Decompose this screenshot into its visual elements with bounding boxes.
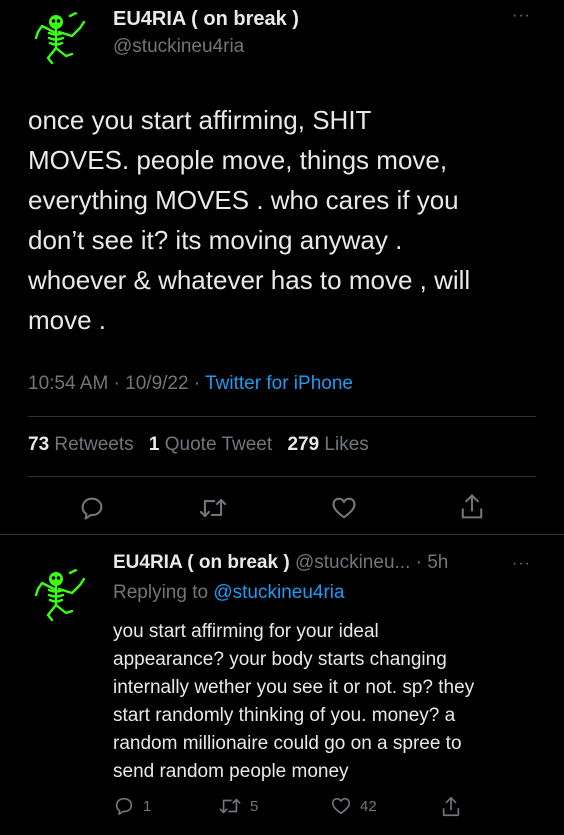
tweet-date[interactable]: 10/9/22 [125,373,188,394]
tweet-text: once you start affirming, SHIT MOVES. pe… [28,105,471,335]
tweet-separator [0,534,564,535]
reply-like-button[interactable]: 42 [330,795,377,817]
share-button[interactable] [458,492,486,522]
quotes-count: 1 [148,434,160,455]
reply-retweet-button[interactable]: 5 [218,795,258,817]
more-options-icon[interactable]: ··· [512,556,531,572]
skeleton-avatar-icon [34,567,86,622]
divider [28,416,536,417]
meta-separator: · [193,373,201,394]
meta-separator: · [113,373,120,394]
retweet-count: 5 [250,797,259,815]
tweet-stats: 73 Retweets 1 Quote Tweet 279 Likes [28,434,369,456]
quotes-stat[interactable]: 1 Quote Tweet [149,434,272,455]
more-options-icon[interactable]: ··· [512,8,531,24]
reply-icon [115,797,133,816]
reply-count: 1 [143,797,152,815]
like-button[interactable] [330,494,358,522]
likes-stat[interactable]: 279 Likes [287,434,368,455]
tweet-time[interactable]: 10:54 AM [28,373,108,394]
retweet-icon [199,498,227,518]
avatar[interactable] [32,565,90,623]
retweets-count: 73 [28,434,50,455]
skeleton-avatar-icon [34,10,86,65]
replying-to: Replying to @stuckineu4ria [113,582,345,604]
handle-and-time[interactable]: @stuckineu... · 5h [295,552,448,573]
reply-button[interactable] [78,494,106,522]
tweet-source[interactable]: Twitter for iPhone [205,373,353,394]
retweets-stat[interactable]: 73 Retweets [28,434,134,455]
replying-prefix: Replying to [113,582,209,603]
display-name[interactable]: EU4RIA ( on break ) [113,552,290,573]
reply-reply-button[interactable]: 1 [113,795,151,817]
reply-share-button[interactable] [440,795,462,819]
likes-count: 279 [287,434,320,455]
reply-text: you start affirming for your ideal appea… [113,621,475,782]
retweet-icon [219,798,241,814]
display-name[interactable]: EU4RIA ( on break ) [113,8,299,31]
retweet-button[interactable] [198,494,228,522]
like-count: 42 [360,797,377,815]
share-icon [461,494,483,519]
reply-header: EU4RIA ( on break ) @stuckineu... · 5h [113,552,448,574]
replying-mention[interactable]: @stuckineu4ria [213,582,344,603]
retweets-label: Retweets [54,434,134,455]
likes-label: Likes [324,434,369,455]
share-icon [442,797,460,817]
reply-icon [81,497,103,520]
user-handle[interactable]: @stuckineu4ria [113,36,244,58]
main-tweet: EU4RIA ( on break ) @stuckineu4ria ··· o… [0,0,564,534]
heart-icon [331,797,351,815]
divider [28,476,536,477]
quotes-label: Quote Tweet [164,434,273,455]
heart-icon [332,497,356,519]
tweet-meta: 10:54 AM · 10/9/22 · Twitter for iPhone [28,373,353,395]
avatar[interactable] [32,8,90,66]
